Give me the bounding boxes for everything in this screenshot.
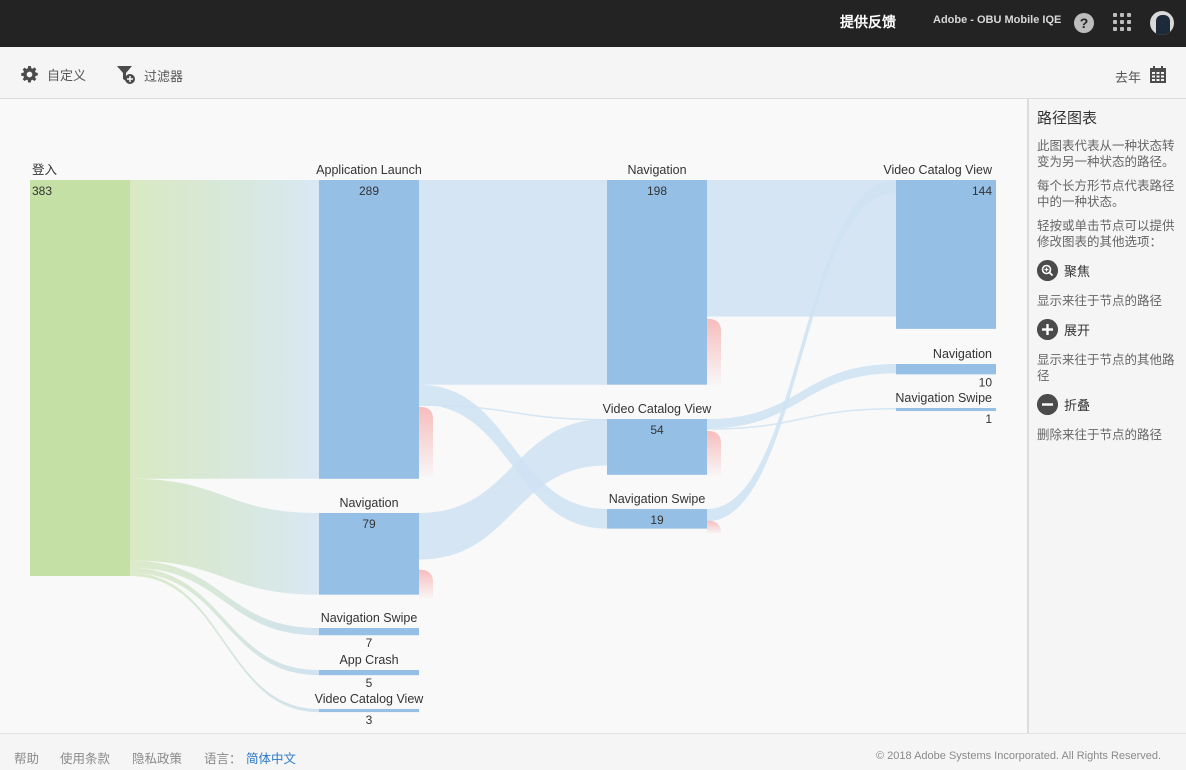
node-value: 79 bbox=[362, 517, 376, 531]
gear-icon bbox=[21, 65, 38, 83]
avatar[interactable] bbox=[1150, 11, 1174, 35]
focus-action[interactable]: 聚焦 bbox=[1037, 260, 1178, 281]
plus-icon bbox=[1037, 319, 1058, 340]
filter-label: 过滤器 bbox=[144, 69, 184, 85]
exit-stub bbox=[419, 569, 433, 599]
node-label: Navigation Swipe bbox=[895, 391, 992, 405]
node-value: 289 bbox=[359, 184, 379, 198]
node-value: 198 bbox=[647, 184, 667, 198]
path-node[interactable] bbox=[896, 408, 996, 411]
expand-desc: 显示来往于节点的其他路径 bbox=[1037, 352, 1175, 383]
link-ribbon[interactable] bbox=[130, 572, 319, 713]
collapse-desc: 删除来往于节点的路径 bbox=[1037, 427, 1163, 442]
help-icon[interactable]: ? bbox=[1074, 13, 1094, 33]
app-grid-icon[interactable] bbox=[1113, 13, 1131, 31]
node-value: 3 bbox=[366, 713, 373, 727]
node-value: 144 bbox=[972, 184, 992, 198]
node-label: Video Catalog View bbox=[603, 402, 713, 416]
feedback-link[interactable]: 提供反馈 bbox=[840, 12, 896, 32]
node-value: 19 bbox=[650, 513, 664, 527]
node-value: 5 bbox=[366, 676, 373, 690]
expand-action[interactable]: 展开 bbox=[1037, 319, 1178, 340]
expand-label: 展开 bbox=[1064, 324, 1091, 339]
sankey-svg: 登入 383 Application Launch 289 Navigation 79 Na… bbox=[30, 162, 996, 727]
footer: 帮助 使用条款 隐私政策 语言： 简体中文 © 2018 Adobe Syste… bbox=[0, 733, 1186, 770]
filter-button[interactable]: 过滤器 bbox=[116, 65, 183, 85]
path-node[interactable] bbox=[30, 180, 130, 576]
path-node[interactable] bbox=[896, 180, 996, 329]
language-link[interactable]: 简体中文 bbox=[246, 748, 296, 767]
node-label: Video Catalog View bbox=[315, 692, 425, 706]
node-value: 1 bbox=[985, 412, 992, 426]
path-node[interactable] bbox=[896, 364, 996, 375]
node-value: 10 bbox=[979, 375, 993, 389]
node-label: Navigation bbox=[933, 347, 992, 361]
calendar-icon[interactable] bbox=[1150, 66, 1166, 83]
date-range-label[interactable]: 去年 bbox=[1115, 67, 1141, 86]
path-node[interactable] bbox=[319, 670, 419, 676]
privacy-link[interactable]: 隐私政策 bbox=[132, 748, 182, 767]
org-switcher[interactable]: Adobe - OBU Mobile IQE bbox=[933, 14, 1061, 26]
top-bar: 提供反馈 Adobe - OBU Mobile IQE ? bbox=[0, 0, 1186, 47]
node-label: App Crash bbox=[339, 653, 398, 667]
customize-button[interactable]: 自定义 bbox=[20, 65, 86, 84]
toolbar: 自定义 过滤器 去年 bbox=[0, 47, 1186, 99]
node-label: Navigation bbox=[627, 163, 686, 177]
exit-stub bbox=[707, 520, 721, 534]
panel-desc-3: 轻按或单击节点可以提供修改图表的其他选项： bbox=[1037, 218, 1175, 249]
node-value: 383 bbox=[32, 184, 52, 198]
links-layer bbox=[130, 180, 896, 713]
filter-add-icon bbox=[117, 66, 135, 84]
link-ribbon[interactable] bbox=[130, 478, 319, 595]
help-link[interactable]: 帮助 bbox=[14, 748, 39, 767]
link-ribbon[interactable] bbox=[419, 419, 607, 560]
terms-link[interactable]: 使用条款 bbox=[60, 748, 110, 767]
focus-label: 聚焦 bbox=[1064, 265, 1091, 280]
exit-stub bbox=[419, 406, 433, 477]
collapse-label: 折叠 bbox=[1064, 399, 1091, 414]
node-label: Application Launch bbox=[316, 163, 422, 177]
link-ribbon[interactable] bbox=[130, 180, 319, 479]
exit-stub bbox=[707, 430, 721, 476]
node-label: Navigation bbox=[339, 496, 398, 510]
node-label: 登入 bbox=[32, 162, 58, 177]
path-node[interactable] bbox=[607, 180, 707, 385]
language-label: 语言： bbox=[204, 751, 242, 766]
panel-title: 路径图表 bbox=[1037, 109, 1098, 127]
node-value: 54 bbox=[650, 423, 664, 437]
path-node[interactable] bbox=[319, 709, 419, 713]
minus-icon bbox=[1037, 394, 1058, 415]
node-label: Navigation Swipe bbox=[609, 492, 706, 506]
exit-stub bbox=[707, 318, 721, 385]
panel-desc-1: 此图表代表从一种状态转变为另一种状态的路径。 bbox=[1037, 138, 1175, 169]
panel-desc-2: 每个长方形节点代表路径中的一种状态。 bbox=[1037, 178, 1175, 209]
link-ribbon[interactable] bbox=[419, 180, 607, 385]
path-node[interactable] bbox=[319, 628, 419, 636]
node-label: Video Catalog View bbox=[883, 163, 993, 177]
path-chart: 登入 383 Application Launch 289 Navigation 79 Na… bbox=[0, 99, 1027, 733]
zoom-icon bbox=[1037, 260, 1058, 281]
path-node[interactable] bbox=[319, 180, 419, 479]
customize-label: 自定义 bbox=[47, 69, 87, 84]
node-label: Navigation Swipe bbox=[321, 611, 418, 625]
info-panel: 路径图表 此图表代表从一种状态转变为另一种状态的路径。 每个长方形节点代表路径中… bbox=[1027, 99, 1186, 733]
copyright: © 2018 Adobe Systems Incorporated. All R… bbox=[876, 750, 1162, 762]
collapse-action[interactable]: 折叠 bbox=[1037, 394, 1178, 415]
node-value: 7 bbox=[366, 636, 373, 650]
focus-desc: 显示来往于节点的路径 bbox=[1037, 293, 1163, 308]
